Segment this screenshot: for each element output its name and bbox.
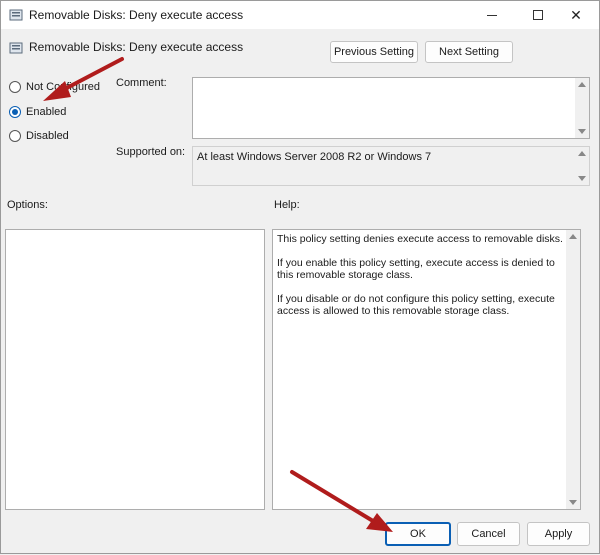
scroll-up-icon[interactable] [578, 151, 586, 156]
previous-setting-button[interactable]: Previous Setting [330, 41, 418, 63]
radio-dot [9, 130, 21, 142]
window-title: Removable Disks: Deny execute access [29, 8, 244, 22]
help-scrollbar[interactable] [566, 230, 580, 509]
apply-button[interactable]: Apply [527, 522, 590, 546]
scroll-up-icon[interactable] [578, 82, 586, 87]
help-text: This policy setting denies execute acces… [277, 233, 564, 329]
help-paragraph: This policy setting denies execute acces… [277, 233, 563, 245]
supported-on-value: At least Windows Server 2008 R2 or Windo… [197, 151, 432, 163]
close-icon: ✕ [570, 6, 582, 23]
radio-label: Disabled [26, 130, 69, 142]
radio-disabled[interactable]: Disabled [9, 130, 69, 142]
help-label: Help: [274, 199, 300, 211]
arrow-to-enabled [43, 57, 124, 101]
minimize-button[interactable] [469, 1, 515, 29]
radio-dot [9, 106, 21, 118]
setting-title: Removable Disks: Deny execute access [29, 40, 244, 54]
scroll-down-icon[interactable] [578, 176, 586, 181]
help-paragraph: If you disable or do not configure this … [277, 293, 555, 317]
supported-scrollbar[interactable] [575, 147, 589, 185]
title-bar: Removable Disks: Deny execute access ✕ [1, 1, 599, 29]
close-button[interactable]: ✕ [553, 1, 599, 29]
options-panel [5, 229, 265, 510]
ok-button[interactable]: OK [385, 522, 451, 546]
setting-icon [9, 42, 23, 54]
scroll-up-icon[interactable] [569, 234, 577, 239]
supported-on-label: Supported on: [116, 146, 186, 158]
comment-field[interactable] [192, 77, 590, 139]
policy-dialog: Removable Disks: Deny execute access ✕ R… [0, 0, 600, 554]
options-label: Options: [7, 199, 48, 211]
radio-label: Enabled [26, 106, 67, 118]
radio-dot [9, 81, 21, 93]
minimize-icon [487, 14, 497, 16]
supported-on-field: At least Windows Server 2008 R2 or Windo… [192, 146, 590, 186]
cancel-button[interactable]: Cancel [457, 522, 520, 546]
maximize-icon [533, 10, 543, 20]
scroll-down-icon[interactable] [569, 500, 577, 505]
radio-not-configured[interactable]: Not Configured [9, 81, 100, 93]
radio-enabled[interactable]: Enabled [9, 106, 66, 118]
comment-scrollbar[interactable] [575, 78, 589, 138]
help-panel: This policy setting denies execute acces… [272, 229, 581, 510]
next-setting-button[interactable]: Next Setting [425, 41, 513, 63]
scroll-down-icon[interactable] [578, 129, 586, 134]
policy-icon [9, 9, 23, 21]
help-paragraph: If you enable this policy setting, execu… [277, 257, 555, 281]
comment-label: Comment: [116, 77, 167, 89]
radio-label: Not Configured [26, 81, 100, 93]
